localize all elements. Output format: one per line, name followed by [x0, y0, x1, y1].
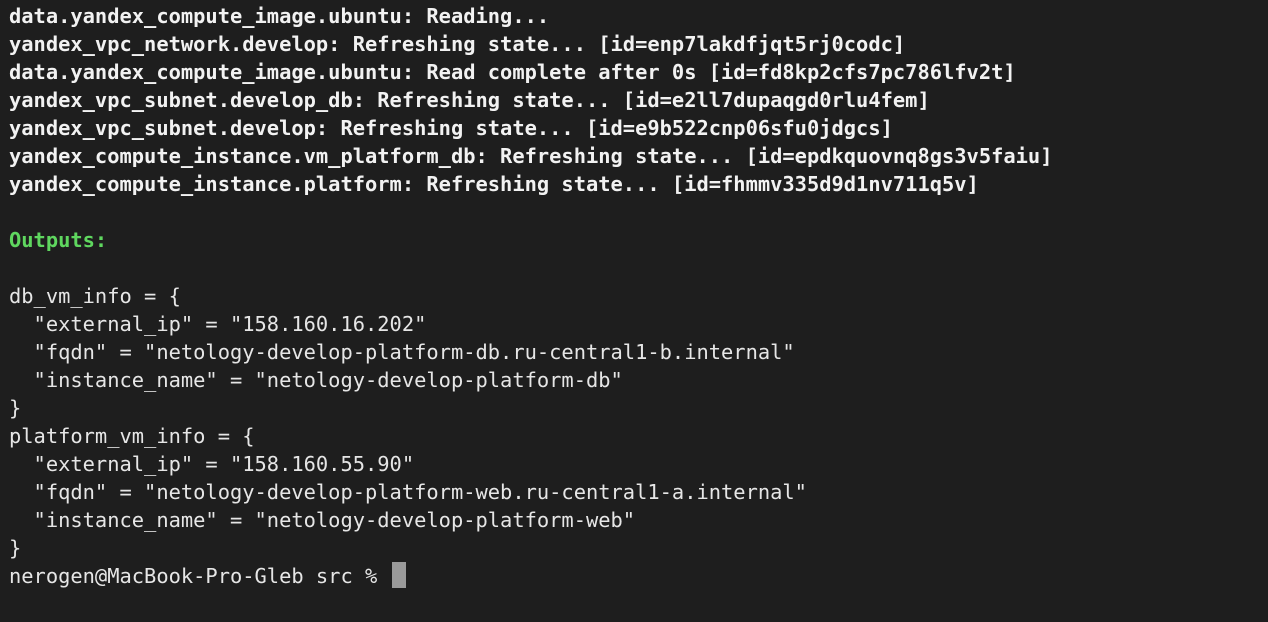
refresh-line: yandex_compute_instance.platform: Refres… — [9, 172, 979, 196]
refresh-line: data.yandex_compute_image.ubuntu: Read c… — [9, 60, 1016, 84]
output-line: platform_vm_info = { — [9, 424, 255, 448]
refresh-line: yandex_vpc_subnet.develop_db: Refreshing… — [9, 88, 930, 112]
output-line: db_vm_info = { — [9, 284, 181, 308]
output-line: } — [9, 396, 22, 420]
output-line: "fqdn" = "netology-develop-platform-db.r… — [9, 340, 795, 364]
refresh-line: data.yandex_compute_image.ubuntu: Readin… — [9, 4, 550, 28]
refresh-line: yandex_vpc_network.develop: Refreshing s… — [9, 32, 906, 56]
output-line: "instance_name" = "netology-develop-plat… — [9, 508, 636, 532]
text-cursor — [391, 562, 406, 588]
refresh-line: yandex_compute_instance.vm_platform_db: … — [9, 144, 1053, 168]
prompt-line[interactable]: nerogen@MacBook-Pro-Gleb src % — [9, 562, 1268, 590]
output-line: "external_ip" = "158.160.16.202" — [9, 312, 427, 336]
shell-prompt: nerogen@MacBook-Pro-Gleb src % — [9, 564, 390, 588]
terminal-window[interactable]: data.yandex_compute_image.ubuntu: Readin… — [0, 0, 1268, 622]
output-line: "instance_name" = "netology-develop-plat… — [9, 368, 623, 392]
outputs-header: Outputs: — [9, 228, 108, 252]
output-line: "fqdn" = "netology-develop-platform-web.… — [9, 480, 807, 504]
output-line: } — [9, 536, 22, 560]
refresh-line: yandex_vpc_subnet.develop: Refreshing st… — [9, 116, 893, 140]
output-line: "external_ip" = "158.160.55.90" — [9, 452, 415, 476]
